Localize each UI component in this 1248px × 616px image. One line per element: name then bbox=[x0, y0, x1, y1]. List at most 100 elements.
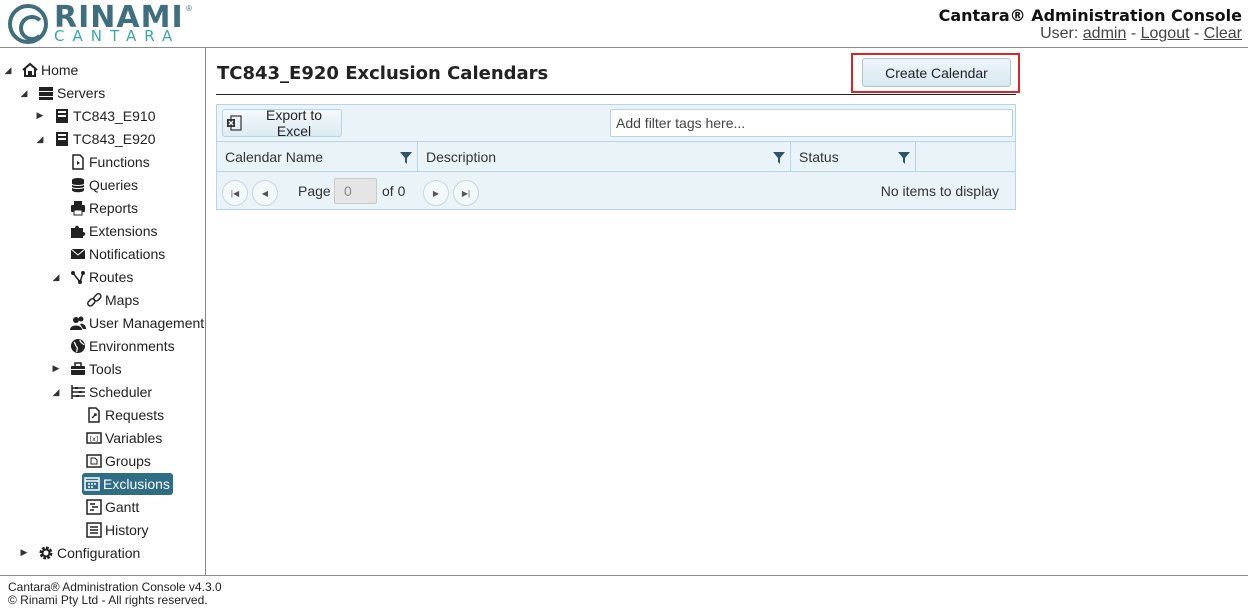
filter-icon[interactable] bbox=[400, 151, 412, 167]
tree-item-label: TC843_E910 bbox=[73, 108, 156, 124]
create-calendar-button[interactable]: Create Calendar bbox=[862, 58, 1011, 87]
collapse-arrow-icon[interactable]: ◢ bbox=[35, 134, 45, 145]
excel-icon bbox=[226, 115, 242, 131]
logo-swirl-icon bbox=[8, 4, 48, 44]
tree-item-label: Configuration bbox=[57, 545, 141, 561]
tree-item-label: Extensions bbox=[89, 223, 158, 239]
tree-item-label: Servers bbox=[57, 85, 106, 101]
tree-item-reports[interactable]: Reports bbox=[70, 197, 138, 219]
filter-icon[interactable] bbox=[773, 151, 785, 167]
collapse-arrow-icon[interactable]: ◢ bbox=[51, 387, 61, 398]
filter-tags-input[interactable] bbox=[610, 109, 1013, 137]
tree-item-label: Gantt bbox=[105, 499, 140, 515]
collapse-arrow-icon[interactable]: ◢ bbox=[51, 272, 61, 283]
user-name-link[interactable]: admin bbox=[1083, 25, 1127, 42]
group-folder-icon bbox=[86, 453, 102, 469]
tree-item-environments[interactable]: Environments bbox=[70, 335, 175, 357]
column-title: Status bbox=[799, 148, 839, 165]
last-page-icon[interactable]: ▶| bbox=[453, 180, 479, 206]
tree-item-label: Exclusions bbox=[103, 476, 170, 492]
history-list-icon bbox=[86, 522, 102, 538]
expand-arrow-icon[interactable]: ▶ bbox=[19, 547, 29, 558]
tree-item-label: Tools bbox=[89, 361, 122, 377]
tree-item-extensions[interactable]: Extensions bbox=[70, 220, 157, 242]
gear-icon bbox=[38, 545, 54, 561]
logo-registered-mark: ® bbox=[186, 4, 192, 13]
function-file-icon bbox=[70, 154, 86, 170]
user-prefix: User: bbox=[1040, 25, 1079, 42]
export-label: Export to Excel bbox=[265, 107, 323, 139]
grid-toolbar: Export to Excel bbox=[217, 105, 1015, 142]
column-header-empty bbox=[916, 142, 1015, 172]
app-title: Cantara® Administration Console bbox=[938, 6, 1242, 25]
tree-item-label: Environments bbox=[89, 338, 175, 354]
collapse-arrow-icon[interactable]: ◢ bbox=[19, 88, 29, 99]
column-header-description[interactable]: Description bbox=[418, 142, 791, 172]
tree-item-functions[interactable]: Functions bbox=[70, 151, 150, 173]
tree-item-tools[interactable]: Tools bbox=[70, 358, 122, 380]
tree-item-label: Functions bbox=[89, 154, 150, 170]
tree-item-groups[interactable]: Groups bbox=[86, 450, 151, 472]
collapse-arrow-icon[interactable]: ◢ bbox=[3, 65, 13, 76]
page-count-label: of 0 bbox=[382, 183, 406, 199]
tree-item-maps[interactable]: Maps bbox=[86, 289, 139, 311]
logo-subtext: CANTARA bbox=[54, 27, 181, 45]
separator: - bbox=[1130, 25, 1137, 42]
scheduler-icon bbox=[70, 384, 86, 400]
pager-info: No items to display bbox=[880, 183, 999, 199]
tree-item-scheduler[interactable]: Scheduler bbox=[70, 381, 152, 403]
tree-item-label: TC843_E920 bbox=[73, 131, 156, 147]
tree-item-label: User Management bbox=[89, 315, 205, 331]
request-file-icon bbox=[86, 407, 102, 423]
route-icon bbox=[70, 269, 86, 285]
tree-item-label: Groups bbox=[105, 453, 151, 469]
column-header-calendar-name[interactable]: Calendar Name bbox=[217, 142, 418, 172]
navigation-tree: ◢ Home ◢ Servers ▶ TC843_E910 ◢ TC843_E9… bbox=[0, 48, 206, 575]
expand-arrow-icon[interactable]: ▶ bbox=[35, 110, 45, 121]
previous-page-icon[interactable]: ◀ bbox=[252, 180, 278, 206]
logout-link[interactable]: Logout bbox=[1141, 25, 1190, 42]
link-icon bbox=[86, 292, 102, 308]
tree-item-label: History bbox=[105, 522, 149, 538]
column-header-status[interactable]: Status bbox=[791, 142, 916, 172]
tree-item-server-e920[interactable]: TC843_E920 bbox=[54, 128, 156, 150]
page-number-input[interactable] bbox=[334, 178, 377, 204]
filter-icon[interactable] bbox=[898, 151, 910, 167]
version-text: Cantara® Administration Console v4.3.0 bbox=[8, 580, 222, 594]
next-page-icon[interactable]: ▶ bbox=[423, 180, 449, 206]
export-to-excel-button[interactable]: Export to Excel bbox=[222, 107, 342, 139]
user-bar: User: admin - Logout - Clear bbox=[1040, 25, 1242, 43]
first-page-icon[interactable]: |◀ bbox=[222, 180, 248, 206]
column-title: Description bbox=[426, 148, 497, 165]
tree-item-configuration[interactable]: Configuration bbox=[38, 542, 140, 564]
printer-icon bbox=[70, 200, 86, 216]
app-footer: Cantara® Administration Console v4.3.0 ©… bbox=[0, 575, 1248, 616]
svg-text:[x]: [x] bbox=[90, 436, 98, 443]
tree-item-label: Notifications bbox=[89, 246, 166, 262]
tree-item-label: Maps bbox=[105, 292, 140, 308]
globe-icon bbox=[70, 338, 86, 354]
tree-item-label: Variables bbox=[105, 430, 163, 446]
rinami-logo: RINAMI ® CANTARA bbox=[8, 0, 193, 46]
tree-item-history[interactable]: History bbox=[86, 519, 149, 541]
tree-item-variables[interactable]: [x] Variables bbox=[86, 427, 162, 449]
tree-item-gantt[interactable]: Gantt bbox=[86, 496, 139, 518]
tree-item-notifications[interactable]: Notifications bbox=[70, 243, 165, 265]
tree-item-label: Home bbox=[41, 62, 79, 78]
tree-item-user-management[interactable]: User Management bbox=[70, 312, 204, 334]
tree-item-label: Requests bbox=[105, 407, 165, 423]
expand-arrow-icon[interactable]: ▶ bbox=[51, 363, 61, 374]
app-header: RINAMI ® CANTARA Cantara® Administration… bbox=[0, 0, 1248, 48]
tree-item-servers[interactable]: Servers bbox=[38, 82, 105, 104]
envelope-icon bbox=[70, 246, 86, 262]
grid-pager: |◀ ◀ Page of 0 ▶ ▶| No items to display bbox=[217, 173, 1015, 209]
clear-link[interactable]: Clear bbox=[1204, 25, 1242, 42]
tree-item-routes[interactable]: Routes bbox=[70, 266, 133, 288]
tree-item-requests[interactable]: Requests bbox=[86, 404, 164, 426]
tree-item-queries[interactable]: Queries bbox=[70, 174, 138, 196]
column-title: Calendar Name bbox=[225, 148, 324, 165]
tree-item-label: Routes bbox=[89, 269, 134, 285]
tree-item-home[interactable]: Home bbox=[22, 59, 78, 81]
tree-item-exclusions[interactable]: Exclusions bbox=[82, 473, 173, 495]
tree-item-server-e910[interactable]: TC843_E910 bbox=[54, 105, 156, 127]
